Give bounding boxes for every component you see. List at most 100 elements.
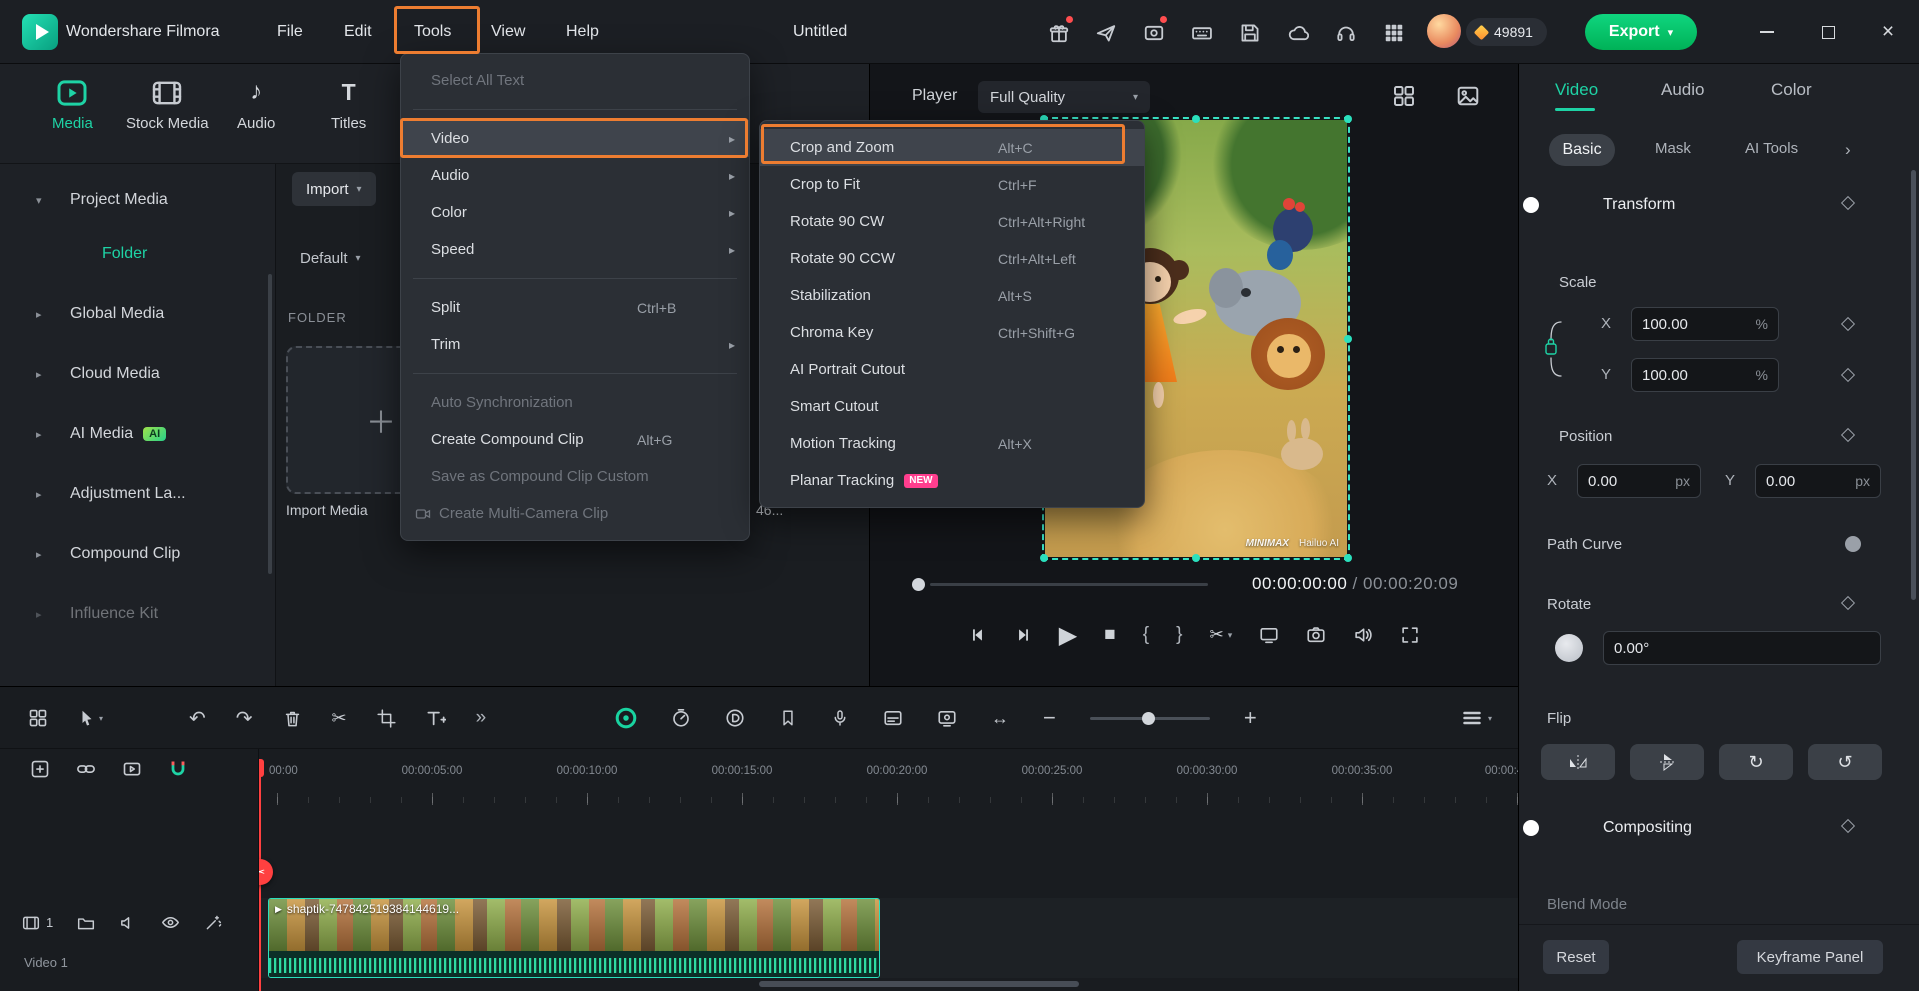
- screen-capture-icon[interactable]: [937, 708, 957, 728]
- submenu-item-smart-cutout[interactable]: Smart Cutout: [760, 388, 1144, 425]
- subtab-ai-tools[interactable]: AI Tools: [1745, 140, 1798, 157]
- playhead-grip[interactable]: ✂: [259, 859, 273, 885]
- tab-stock-media[interactable]: Stock Media: [126, 80, 209, 132]
- voiceover-mic-icon[interactable]: [831, 709, 849, 727]
- sidebar-item-project-media[interactable]: ▾ Project Media: [0, 170, 275, 230]
- expand-arrow-icon[interactable]: ▸: [36, 428, 42, 441]
- submenu-item-stabilization[interactable]: Stabilization Alt+S: [760, 277, 1144, 314]
- sidebar-item-compound-clip[interactable]: ▸ Compound Clip: [0, 524, 275, 584]
- marker-icon[interactable]: [779, 709, 797, 727]
- rotate-knob[interactable]: [1555, 634, 1583, 662]
- submenu-item-planar-tracking[interactable]: Planar Tracking NEW: [760, 462, 1144, 499]
- hide-track-icon[interactable]: [161, 913, 180, 932]
- subtab-basic[interactable]: Basic: [1549, 134, 1615, 166]
- sidebar-item-cloud-media[interactable]: ▸ Cloud Media: [0, 344, 275, 404]
- display-settings-icon[interactable]: [1259, 625, 1279, 645]
- submenu-item-rotate-90-cw[interactable]: Rotate 90 CW Ctrl+Alt+Right: [760, 203, 1144, 240]
- add-to-track-icon[interactable]: [30, 759, 50, 779]
- sidebar-item-folder[interactable]: Folder: [0, 224, 275, 284]
- compositing-keyframe-icon[interactable]: [1840, 818, 1856, 834]
- media-grid-icon[interactable]: [28, 708, 48, 728]
- snap-magnet-icon[interactable]: [168, 759, 188, 779]
- crop-icon[interactable]: [377, 708, 396, 728]
- support-headset-icon[interactable]: [1335, 22, 1357, 44]
- close-button[interactable]: ×: [1874, 18, 1902, 46]
- play-button[interactable]: ▶: [1059, 621, 1077, 650]
- time-ruler[interactable]: 00:00 00:00:05:00 00:00:10:00 00:00:15:0…: [259, 759, 1518, 805]
- tab-titles[interactable]: T Titles: [331, 80, 366, 132]
- minimize-button[interactable]: [1753, 18, 1781, 46]
- scale-y-keyframe-icon[interactable]: [1840, 367, 1856, 383]
- chevron-right-icon[interactable]: ›: [1845, 140, 1851, 160]
- gift-icon[interactable]: [1048, 22, 1070, 44]
- position-y-input[interactable]: 0.00 px: [1755, 464, 1881, 498]
- sidebar-item-adjustment-layer[interactable]: ▸ Adjustment La...: [0, 464, 275, 524]
- render-preview-icon[interactable]: [122, 759, 142, 779]
- user-avatar[interactable]: [1427, 14, 1461, 48]
- expand-arrow-icon[interactable]: ▸: [36, 488, 42, 501]
- scale-x-input[interactable]: 100.00 %: [1631, 307, 1779, 341]
- subtitle-icon[interactable]: [883, 708, 903, 728]
- track-manager-icon[interactable]: [1462, 708, 1482, 728]
- menu-item-audio[interactable]: Audio ▸: [401, 157, 749, 194]
- next-frame-button[interactable]: [1014, 626, 1032, 644]
- export-button[interactable]: Export ▾: [1585, 14, 1697, 50]
- subtab-mask[interactable]: Mask: [1655, 140, 1691, 157]
- menu-item-select-all-text[interactable]: Select All Text: [401, 62, 749, 99]
- sidebar-item-ai-media[interactable]: ▸ AI Media AI: [0, 404, 275, 464]
- video-clip[interactable]: ▶ shaptik-747842519384144619...: [268, 898, 880, 978]
- mark-in-button[interactable]: {: [1143, 624, 1149, 646]
- flip-horizontal-button[interactable]: [1541, 744, 1615, 780]
- submenu-item-crop-and-zoom[interactable]: Crop and Zoom Alt+C: [760, 129, 1144, 166]
- expand-arrow-icon[interactable]: ▸: [36, 608, 42, 621]
- sidebar-scrollbar[interactable]: [268, 274, 272, 574]
- sort-dropdown[interactable]: Default ▾: [300, 250, 361, 267]
- split-scissors-icon[interactable]: ✂: [332, 708, 347, 729]
- flip-vertical-button[interactable]: [1630, 744, 1704, 780]
- fullscreen-icon[interactable]: [1400, 625, 1420, 645]
- tab-media[interactable]: Media: [52, 80, 93, 132]
- link-scale-icon[interactable]: [1543, 316, 1565, 382]
- scale-x-keyframe-icon[interactable]: [1840, 316, 1856, 332]
- playhead[interactable]: ✂: [259, 759, 273, 991]
- share-plane-icon[interactable]: [1095, 22, 1117, 44]
- select-tool-icon[interactable]: ▾: [78, 709, 103, 727]
- link-clips-icon[interactable]: [76, 759, 96, 779]
- mark-out-button[interactable]: }: [1176, 624, 1182, 646]
- volume-icon[interactable]: [1353, 625, 1373, 645]
- stop-button[interactable]: ■: [1104, 624, 1115, 646]
- rotate-cw-button[interactable]: ↻: [1719, 744, 1793, 780]
- seek-bar[interactable]: [930, 583, 1208, 586]
- dynamic-effect-icon[interactable]: [725, 708, 745, 728]
- transform-keyframe-icon[interactable]: [1840, 195, 1856, 211]
- menu-item-split[interactable]: Split Ctrl+B: [401, 289, 749, 326]
- mute-track-icon[interactable]: [119, 914, 137, 932]
- undo-icon[interactable]: ↶: [189, 706, 206, 731]
- scale-y-input[interactable]: 100.00 %: [1631, 358, 1779, 392]
- chevron-down-icon[interactable]: ▾: [1488, 714, 1492, 723]
- playhead-top-marker[interactable]: [259, 759, 264, 777]
- split-view-icon[interactable]: [1392, 84, 1416, 108]
- rotate-ccw-button[interactable]: ↺: [1808, 744, 1882, 780]
- submenu-item-rotate-90-ccw[interactable]: Rotate 90 CCW Ctrl+Alt+Left: [760, 240, 1144, 277]
- zoom-slider[interactable]: [1089, 711, 1210, 725]
- submenu-item-motion-tracking[interactable]: Motion Tracking Alt+X: [760, 425, 1144, 462]
- screen-record-icon[interactable]: [1143, 22, 1165, 44]
- save-icon[interactable]: [1239, 22, 1261, 44]
- zoom-slider-handle[interactable]: [1141, 711, 1155, 725]
- menu-item-speed[interactable]: Speed ▸: [401, 231, 749, 268]
- tab-audio[interactable]: ♪ Audio: [237, 80, 275, 133]
- menu-item-color[interactable]: Color ▸: [401, 194, 749, 231]
- tab-audio[interactable]: Audio: [1661, 80, 1704, 100]
- track-folder-icon[interactable]: [77, 914, 95, 932]
- redo-icon[interactable]: ↷: [236, 706, 253, 731]
- menu-item-auto-synchronization[interactable]: Auto Synchronization: [401, 384, 749, 421]
- position-keyframe-icon[interactable]: [1840, 427, 1856, 443]
- split-button[interactable]: ✂ ▾: [1209, 625, 1232, 645]
- filmora-logo-icon[interactable]: [22, 14, 58, 50]
- properties-scrollbar[interactable]: [1911, 170, 1916, 600]
- menu-item-create-multi-camera-clip[interactable]: Create Multi-Camera Clip: [401, 495, 749, 532]
- reset-button[interactable]: Reset: [1543, 940, 1609, 974]
- rotate-input[interactable]: 0.00°: [1603, 631, 1881, 665]
- zoom-in-icon[interactable]: +: [1244, 705, 1257, 731]
